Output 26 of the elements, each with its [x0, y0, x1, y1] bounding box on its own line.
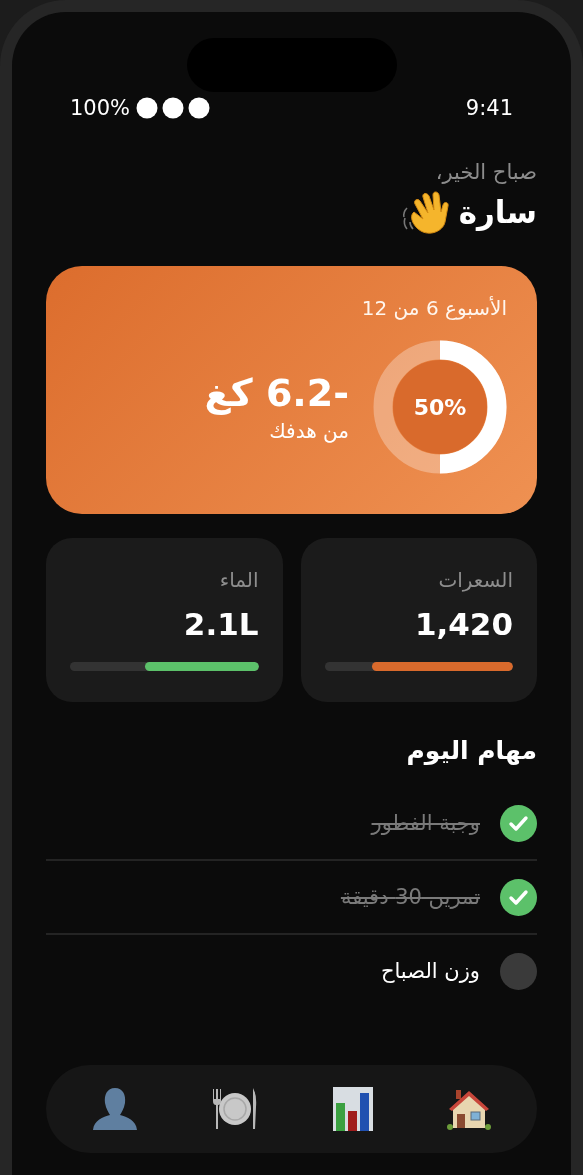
goal-caption: من هدفك	[268, 419, 349, 443]
progress-percent: 50%	[413, 394, 467, 420]
section-title: مهام اليوم	[405, 736, 537, 765]
home-nav-button[interactable]	[446, 1087, 491, 1131]
stat-label: السعرات	[437, 568, 513, 592]
stat-label: الماء	[218, 568, 259, 592]
battery-percent: 100%	[70, 96, 131, 120]
checked-circle-icon[interactable]	[500, 804, 537, 842]
task-label: وزن الصباح	[380, 959, 480, 983]
person-silhouette-icon	[92, 1086, 139, 1132]
stat-value: 2.1L	[182, 606, 259, 642]
task-label: تمرين 30 دقيقة	[340, 885, 480, 909]
week-label: الأسبوع 6 من 12	[360, 296, 507, 320]
user-name: سارة	[458, 194, 537, 230]
status-time: 9:41	[465, 96, 513, 120]
greeting-text: صباح الخير،	[435, 160, 537, 184]
stat-value: 1,420	[413, 606, 513, 642]
bar-chart-icon	[331, 1086, 374, 1132]
task-label: وجبة الفطور	[371, 811, 480, 835]
signal-dots-icon	[136, 97, 211, 119]
profile-nav-button[interactable]	[92, 1086, 139, 1132]
waving-hand-icon	[400, 188, 451, 236]
stats-nav-button[interactable]	[331, 1086, 374, 1132]
house-icon	[446, 1087, 491, 1131]
weight-loss-value: -6.2 كغ	[204, 371, 349, 415]
checked-circle-icon[interactable]	[500, 878, 537, 916]
